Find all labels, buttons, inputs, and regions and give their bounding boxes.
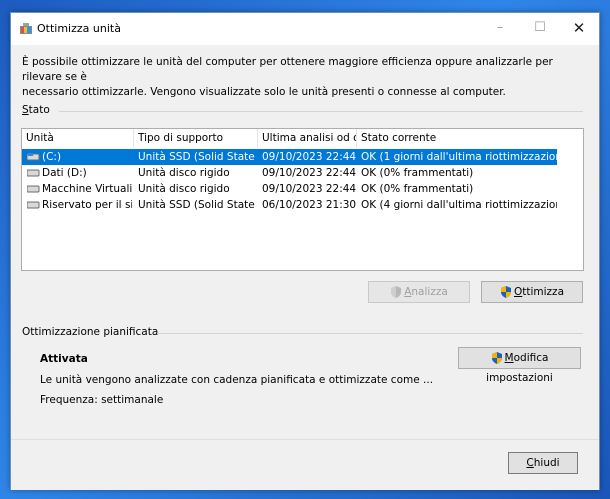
scheduled-section-label: Ottimizzazione pianificata [22,326,159,338]
drive-last-run: 09/10/2023 22:44 [262,167,356,179]
status-section-divider [59,111,583,112]
drive-icon [27,201,40,209]
uac-shield-icon [391,286,402,298]
column-header-last-run[interactable]: Ultima analisi od o... [258,129,357,147]
column-header-media-type[interactable]: Tipo di supporto [134,129,258,147]
drive-status: OK (0% frammentati) [361,167,474,179]
description-line-1: È possibile ottimizzare le unità del com… [22,56,553,83]
scheduled-section-divider [157,333,583,334]
drive-media-type: Unità SSD (Solid State ... [138,199,256,211]
scheduled-state: Attivata [40,353,88,365]
drive-name: Dati (D:) [42,167,87,179]
drive-status: OK (4 giorni dall'ultima riottimizzazion… [361,199,557,211]
drive-icon [27,153,40,161]
optimize-drives-window: Ottimizza unità – ☐ ✕ È possibile ottimi… [10,12,600,490]
drives-list[interactable]: Unità Tipo di supporto Ultima analisi od… [21,128,584,271]
maximize-button[interactable]: ☐ [520,13,560,45]
drive-last-run: 09/10/2023 22:44 [262,183,356,195]
optimize-button[interactable]: Ottimizza [481,281,583,303]
description-line-2: necessario ottimizzarle. Vengono visuali… [22,86,506,98]
drive-icon [27,169,40,177]
drive-media-type: Unità SSD (Solid State ... [138,151,256,163]
status-section-label: Stato [22,104,50,116]
dialog-footer: Chiudi [11,439,599,490]
drive-last-run: 09/10/2023 22:44 [262,151,356,163]
drive-row-c[interactable]: (C:) Unità SSD (Solid State ... 09/10/20… [22,149,557,165]
modify-settings-button[interactable]: Modifica impostazioni [458,347,581,384]
scheduled-note: Le unità vengono analizzate con cadenza … [40,374,434,386]
drive-row-vm[interactable]: Macchine Virtuali (... Unità disco rigid… [22,181,557,197]
drive-media-type: Unità disco rigido [138,183,230,195]
drive-row-reserved[interactable]: Riservato per il sist... Unità SSD (Soli… [22,197,557,213]
defrag-app-icon [20,23,32,34]
drive-last-run: 06/10/2023 21:30 [262,199,356,211]
uac-shield-icon [500,286,511,298]
window-title: Ottimizza unità [37,22,121,35]
title-bar[interactable]: Ottimizza unità – ☐ ✕ [11,13,599,45]
drive-name: Riservato per il sist... [42,199,132,211]
column-header-current-status[interactable]: Stato corrente [357,129,557,147]
drives-list-header: Unità Tipo di supporto Ultima analisi od… [22,129,583,147]
minimize-button[interactable]: – [480,13,520,45]
close-button[interactable]: Chiudi [508,452,578,474]
analyze-button[interactable]: Analizza [368,281,470,303]
uac-shield-icon [491,352,502,364]
drive-status: OK (0% frammentati) [361,183,474,195]
drive-icon [27,185,40,193]
close-window-button[interactable]: ✕ [559,13,599,45]
drive-row-d[interactable]: Dati (D:) Unità disco rigido 09/10/2023 … [22,165,557,181]
drive-status: OK (1 giorni dall'ultima riottimizzazion… [361,151,557,163]
drive-name: (C:) [42,151,62,163]
drive-media-type: Unità disco rigido [138,167,230,179]
description-text: È possibile ottimizzare le unità del com… [22,55,562,100]
column-header-drive[interactable]: Unità [22,129,134,147]
drive-name: Macchine Virtuali (... [42,183,132,195]
scheduled-frequency: Frequenza: settimanale [40,394,164,406]
